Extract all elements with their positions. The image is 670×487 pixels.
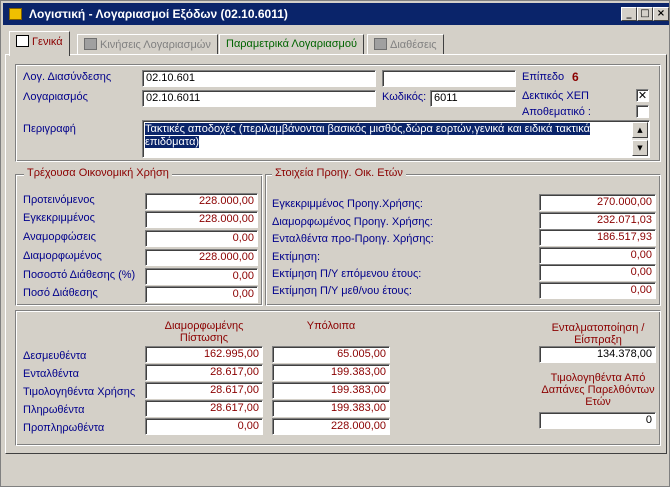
formed-label: Διαμορφωμένος xyxy=(23,250,102,262)
close-button[interactable]: × xyxy=(653,7,669,21)
link-account-field[interactable]: 02.10.601 xyxy=(142,70,376,87)
tab-account-movements[interactable]: Κινήσεις Λογαριασμών xyxy=(77,34,218,55)
ordered-credit-field[interactable]: 28.617,00 xyxy=(145,364,263,381)
revisions-field[interactable]: 0,00 xyxy=(145,230,258,247)
prepaid-credit-field[interactable]: 0,00 xyxy=(145,418,263,435)
committed-balance-field[interactable]: 65.005,00 xyxy=(272,346,390,363)
tab-account-parameters-label: Παραμετρικά Λογαριασμού xyxy=(226,38,358,50)
minimize-button[interactable]: _ xyxy=(621,7,637,21)
entalm-label: Ενταλματοποίηση / Είσπραξη xyxy=(551,322,645,346)
year-after-estimate-label: Εκτίμηση Π/Υ μεθ/νου έτους: xyxy=(272,285,412,297)
paid-balance-field[interactable]: 199.383,00 xyxy=(272,400,390,417)
formed-credit-header: Διαμορφωμένης Πίστωσης xyxy=(164,320,244,344)
tab-account-parameters[interactable]: Παραμετρικά Λογαριασμού xyxy=(219,34,365,55)
estimate-label: Εκτίμηση: xyxy=(272,251,321,263)
xep-label: Δεκτικός ΧΕΠ xyxy=(522,90,589,102)
main-window: Λογιστική - Λογαριασμοί Εξόδων (02.10.60… xyxy=(0,0,670,487)
description-scrollbar[interactable]: ▲ ▼ xyxy=(632,122,648,156)
movements-icon xyxy=(84,38,97,50)
approved-label: Εγκεκριμμένος xyxy=(23,212,95,224)
previous-years-title: Στοιχεία Προηγ. Οικ. Ετών xyxy=(272,167,406,179)
link-account-extra-field[interactable] xyxy=(382,70,516,87)
tab-bar: Γενικά Κινήσεις Λογαριασμών Παραμετρικά … xyxy=(5,31,667,56)
ordered-label: Ενταλθέντα xyxy=(23,368,79,380)
prev-approved-label: Εγκεκριμμένος Προηγ.Χρήσης: xyxy=(272,198,423,210)
tree-icon xyxy=(16,35,29,47)
title-bar[interactable]: Λογιστική - Λογαριασμοί Εξόδων (02.10.60… xyxy=(3,3,669,25)
allocations-icon xyxy=(374,38,387,50)
reserve-label: Αποθεματικό : xyxy=(522,106,591,118)
scroll-up-icon[interactable]: ▲ xyxy=(632,122,648,138)
level-label: Επίπεδο xyxy=(522,71,565,83)
ordered-balance-field[interactable]: 199.383,00 xyxy=(272,364,390,381)
approved-field[interactable]: 228.000,00 xyxy=(145,211,258,228)
invoiced-credit-field[interactable]: 28.617,00 xyxy=(145,382,263,399)
invoiced-balance-field[interactable]: 199.383,00 xyxy=(272,382,390,399)
prev-invoiced-label: Τιμολογηθέντα Από Δαπάνες Παρελθόντων Ετ… xyxy=(541,372,655,408)
allocation-amount-field[interactable]: 0,00 xyxy=(145,286,258,303)
paid-credit-field[interactable]: 28.617,00 xyxy=(145,400,263,417)
window-title: Λογιστική - Λογαριασμοί Εξόδων (02.10.60… xyxy=(29,7,288,21)
tab-page-general: Λογ. Διασύνδεσης 02.10.601 Λογαριασμός 0… xyxy=(5,54,667,454)
prev-invoiced-field[interactable]: 0 xyxy=(539,412,656,429)
committed-credit-field[interactable]: 162.995,00 xyxy=(145,346,263,363)
prepaid-label: Προπληρωθέντα xyxy=(23,422,105,434)
proposed-label: Προτεινόμενος xyxy=(23,194,95,206)
entalm-field[interactable]: 134.378,00 xyxy=(539,346,656,363)
prev-approved-field[interactable]: 270.000,00 xyxy=(539,194,656,211)
allocation-percent-label: Ποσοστό Διάθεσης (%) xyxy=(23,269,136,281)
committed-label: Δεσμευθέντα xyxy=(23,350,87,362)
prev-formed-label: Διαμορφωμένος Προηγ. Χρήσης: xyxy=(272,216,433,228)
year-after-estimate-field[interactable]: 0,00 xyxy=(539,282,656,299)
description-label: Περιγραφή xyxy=(23,123,76,135)
scroll-down-icon[interactable]: ▼ xyxy=(632,140,648,156)
next-year-estimate-field[interactable]: 0,00 xyxy=(539,264,656,281)
invoiced-label: Τιμολογηθέντα Χρήσης xyxy=(23,386,136,398)
tab-allocations[interactable]: Διαθέσεις xyxy=(367,34,444,55)
allocation-percent-field[interactable]: 0,00 xyxy=(145,268,258,285)
estimate-field[interactable]: 0,00 xyxy=(539,247,656,264)
prev-formed-field[interactable]: 232.071,03 xyxy=(539,212,656,229)
account-label: Λογαριασμός xyxy=(23,91,88,103)
next-year-estimate-label: Εκτίμηση Π/Υ επόμενου έτους: xyxy=(272,268,422,280)
paid-label: Πληρωθέντα xyxy=(23,404,85,416)
pre-prev-ordered-label: Ενταλθέντα προ-Προηγ. Χρήσης: xyxy=(272,233,434,245)
proposed-field[interactable]: 228.000,00 xyxy=(145,193,258,210)
link-account-label: Λογ. Διασύνδεσης xyxy=(23,71,112,83)
xep-checkbox[interactable]: ✕ xyxy=(636,89,649,102)
account-field[interactable]: 02.10.6011 xyxy=(142,90,376,107)
pre-prev-ordered-field[interactable]: 186.517,93 xyxy=(539,229,656,246)
current-year-title: Τρέχουσα Οικονομική Χρήση xyxy=(24,167,172,179)
tab-general-label: Γενικά xyxy=(32,36,63,48)
reserve-checkbox[interactable] xyxy=(636,105,649,118)
description-field[interactable]: Τακτικές αποδοχές (περιλαμβάνονται βασικ… xyxy=(142,120,650,158)
maximize-button[interactable]: □ xyxy=(637,7,653,21)
tab-allocations-label: Διαθέσεις xyxy=(390,39,437,51)
tab-account-movements-label: Κινήσεις Λογαριασμών xyxy=(100,39,211,51)
code-label: Κωδικός: xyxy=(382,91,427,103)
prepaid-balance-field[interactable]: 228.000,00 xyxy=(272,418,390,435)
tab-general[interactable]: Γενικά xyxy=(9,31,70,56)
allocation-amount-label: Ποσό Διάθεσης xyxy=(23,287,98,299)
app-icon xyxy=(9,8,22,20)
balances-header: Υπόλοιπα xyxy=(306,320,356,332)
revisions-label: Αναμορφώσεις xyxy=(23,231,96,243)
formed-field[interactable]: 228.000,00 xyxy=(145,249,258,266)
level-value: 6 xyxy=(572,70,579,84)
description-text: Τακτικές αποδοχές (περιλαμβάνονται βασικ… xyxy=(145,123,590,148)
code-field[interactable]: 6011 xyxy=(430,90,516,107)
